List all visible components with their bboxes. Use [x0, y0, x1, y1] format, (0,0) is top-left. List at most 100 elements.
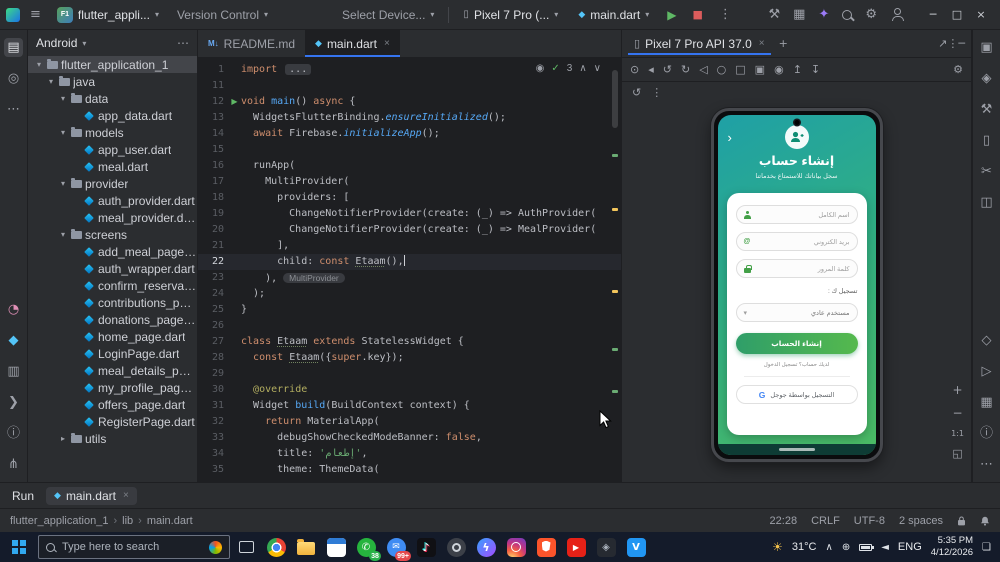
reload-icon[interactable]: ↺ — [632, 87, 641, 98]
code-line[interactable]: 19 ChangeNotifierProvider(create: (_) =>… — [198, 206, 621, 222]
vscode-icon[interactable]: V — [621, 532, 651, 562]
editor[interactable]: 1 import ... 11 12 ▶ void main() async {13 Wi… — [198, 58, 621, 482]
zoom-in-button[interactable]: + — [953, 383, 963, 397]
tree-chevron-icon[interactable]: ▾ — [34, 60, 44, 69]
code-line[interactable]: 14 await Firebase.initializeApp(); — [198, 126, 621, 142]
tree-item[interactable]: ▸ utils — [28, 430, 197, 447]
device-tab[interactable]: ▯ Pixel 7 Pro API 37.0 × — [628, 33, 771, 55]
tiktok-icon[interactable]: ♪ — [411, 532, 441, 562]
problems-tool-icon[interactable]: ⓘ — [4, 424, 23, 443]
tree-chevron-icon[interactable]: ▾ — [58, 230, 68, 239]
stop-button[interactable]: ■ — [689, 6, 707, 23]
build-tool-icon[interactable]: ⚒ — [978, 100, 996, 119]
more-tools-icon[interactable]: ⋯ — [4, 100, 23, 119]
code-line[interactable]: 23 ), MultiProvider — [198, 270, 621, 286]
tree-item[interactable]: donations_page.d... — [28, 311, 197, 328]
git-tool-icon[interactable]: ⋔ — [5, 455, 22, 474]
more-right-tools-icon[interactable]: ⋯ — [977, 455, 996, 474]
tree-item[interactable]: auth_wrapper.dart — [28, 260, 197, 277]
info-tool-icon[interactable]: ⓘ — [977, 424, 996, 443]
tree-item[interactable]: offers_page.dart — [28, 396, 197, 413]
notifications-bell-icon[interactable] — [980, 516, 990, 526]
network-icon[interactable]: ⊕ — [842, 542, 850, 553]
project-tool-icon[interactable]: ▤ — [4, 38, 23, 57]
language-indicator[interactable]: ENG — [898, 541, 922, 553]
notification-center-icon[interactable]: ❏ — [982, 542, 991, 553]
code-line[interactable]: 11 — [198, 78, 621, 94]
project-view-selector[interactable]: Android — [36, 36, 77, 50]
tree-chevron-icon[interactable]: ▾ — [58, 94, 68, 103]
code-line[interactable]: 30 @override — [198, 382, 621, 398]
editor-tab-README-md[interactable]: M↓ README.md — [198, 30, 305, 57]
file-encoding[interactable]: UTF-8 — [854, 515, 885, 527]
minimize-button[interactable]: ─ — [922, 8, 944, 21]
inspections-count[interactable]: 3 — [567, 61, 573, 77]
highlighting-icon[interactable]: ◉ — [536, 61, 545, 77]
close-tab-icon[interactable]: × — [759, 38, 765, 49]
zoom-out-button[interactable]: − — [953, 406, 963, 420]
code-line[interactable]: 31 Widget build(BuildContext context) { — [198, 398, 621, 414]
volume-icon[interactable]: ◄ — [881, 542, 889, 553]
start-button[interactable] — [1, 532, 37, 562]
create-account-button[interactable]: إنشاء الحساب — [735, 333, 858, 354]
tree-item[interactable]: ▾ data — [28, 90, 197, 107]
tree-item[interactable]: add_meal_page.da... — [28, 243, 197, 260]
tree-item[interactable]: auth_provider.dart — [28, 192, 197, 209]
stripe-mark[interactable] — [612, 390, 618, 393]
volume-button[interactable]: ◂ — [648, 64, 654, 75]
code-line[interactable]: 17 MultiProvider( — [198, 174, 621, 190]
new-device-tab-button[interactable]: + — [779, 37, 788, 50]
insights-tool-icon[interactable]: ◔ — [5, 300, 22, 319]
rotate-right-button[interactable]: ↻ — [681, 64, 690, 75]
mail-icon[interactable]: ✉ 99+ — [381, 532, 411, 562]
tree-item[interactable]: RegisterPage.dart — [28, 413, 197, 430]
device-dropdown[interactable]: ▯ Pixel 7 Pro (... ▾ — [457, 5, 564, 25]
code-line[interactable]: 22 child: const Etaam(), — [198, 254, 621, 270]
taskbar-search-input[interactable]: Type here to search — [38, 535, 230, 559]
power-button[interactable]: ⊙ — [630, 64, 639, 75]
tree-item[interactable]: my_profile_page.d... — [28, 379, 197, 396]
line-separator[interactable]: CRLF — [811, 515, 840, 527]
youtube-icon[interactable]: ▶ — [561, 532, 591, 562]
camera-icon[interactable] — [441, 532, 471, 562]
hide-panel-icon[interactable]: ─ — [958, 37, 965, 50]
close-tab-icon[interactable]: × — [123, 490, 129, 501]
tree-item[interactable]: contributions_pag... — [28, 294, 197, 311]
breadcrumb-item[interactable]: flutter_application_1 — [10, 515, 108, 527]
hidden-icons-chevron[interactable]: ∧ — [826, 542, 833, 553]
popout-icon[interactable]: ↗ — [938, 37, 947, 50]
close-tab-icon[interactable]: × — [384, 38, 390, 49]
code-line[interactable]: 21 ], — [198, 238, 621, 254]
scrollbar-thumb[interactable] — [612, 70, 618, 128]
tree-item[interactable]: meal_details_page... — [28, 362, 197, 379]
battery-icon[interactable] — [859, 543, 875, 551]
todo-tool-icon[interactable]: ▦ — [977, 393, 995, 412]
main-menu-icon[interactable]: ≡ — [26, 5, 45, 24]
breadcrumb-item[interactable]: lib — [122, 515, 133, 527]
run-tab[interactable]: ◆ main.dart × — [46, 486, 137, 505]
android-home-button[interactable]: ○ — [717, 64, 727, 75]
tree-item[interactable]: home_page.dart — [28, 328, 197, 345]
lock-icon[interactable] — [957, 516, 966, 526]
settings-gear-icon[interactable]: ⚙ — [865, 7, 877, 22]
zoom-reset-button[interactable]: 1:1 — [951, 429, 964, 438]
screenshot-button[interactable]: ▣ — [755, 64, 765, 75]
rotate-left-button[interactable]: ↺ — [663, 64, 672, 75]
stripe-mark[interactable] — [612, 208, 618, 211]
tree-item[interactable]: meal.dart — [28, 158, 197, 175]
calendar-icon[interactable] — [321, 532, 351, 562]
brave-icon[interactable] — [531, 532, 561, 562]
run-button[interactable]: ▶ — [663, 6, 680, 24]
next-problem-icon[interactable]: ∨ — [594, 61, 601, 77]
tree-item[interactable]: app_data.dart — [28, 107, 197, 124]
record-button[interactable]: ◉ — [774, 64, 784, 75]
search-icon[interactable] — [842, 9, 853, 20]
code-line[interactable]: 27 class Etaam extends StatelessWidget { — [198, 334, 621, 350]
role-dropdown[interactable]: مستخدم عادي ▾ — [735, 303, 858, 322]
android-back-button[interactable]: ◁ — [699, 64, 707, 75]
run-anything-tool-icon[interactable]: ▷ — [978, 362, 994, 381]
inspection-widget[interactable]: ◉ ✓ 3 ∧ ∨ — [536, 61, 601, 77]
tools-icon[interactable]: ⚒ — [768, 7, 780, 22]
login-link[interactable]: لديك حساب؟ تسجيل الدخول — [736, 362, 858, 368]
tree-item[interactable]: ▾ provider — [28, 175, 197, 192]
